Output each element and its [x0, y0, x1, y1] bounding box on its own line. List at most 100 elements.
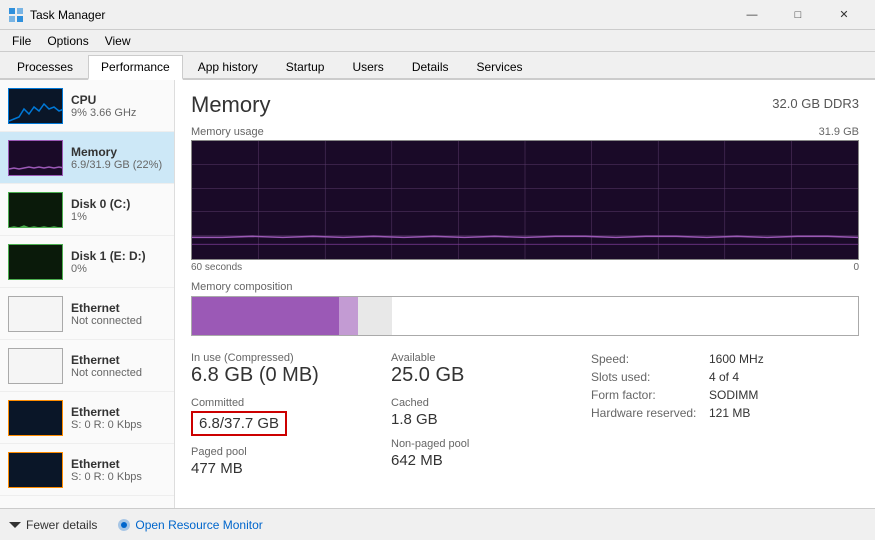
paged-pool-value: 477 MB [191, 460, 391, 477]
sidebar-item-eth1[interactable]: Ethernet Not connected [0, 288, 174, 340]
stats-grid: In use (Compressed) 6.8 GB (0 MB) Commit… [191, 352, 859, 487]
disk1-mini-graph [8, 244, 63, 280]
cpu-label: CPU [71, 93, 166, 107]
tab-bar: Processes Performance App history Startu… [0, 52, 875, 80]
disk1-value: 0% [71, 263, 166, 275]
eth3-info: Ethernet S: 0 R: 0 Kbps [71, 405, 166, 431]
minimize-button[interactable]: — [729, 0, 775, 30]
title-bar: Task Manager — □ ✕ [0, 0, 875, 30]
eth4-label: Ethernet [71, 457, 166, 471]
form-factor-label: Form factor: [591, 388, 701, 402]
comp-free [392, 297, 858, 335]
tab-services[interactable]: Services [464, 55, 536, 78]
paged-pool-stat: Paged pool 477 MB [191, 446, 391, 477]
eth3-mini-graph [8, 400, 63, 436]
comp-bar [191, 296, 859, 336]
disk0-info: Disk 0 (C:) 1% [71, 197, 166, 223]
eth2-label: Ethernet [71, 353, 166, 367]
form-factor-value: SODIMM [709, 388, 758, 402]
sidebar-item-eth3[interactable]: Ethernet S: 0 R: 0 Kbps [0, 392, 174, 444]
stats-col2: Available 25.0 GB Cached 1.8 GB Non-page… [391, 352, 591, 487]
comp-standby [358, 297, 391, 335]
chart-time: 60 seconds 0 [191, 262, 859, 273]
close-button[interactable]: ✕ [821, 0, 867, 30]
resource-monitor-icon [117, 518, 131, 532]
sidebar-item-memory[interactable]: Memory 6.9/31.9 GB (22%) [0, 132, 174, 184]
disk1-label: Disk 1 (E: D:) [71, 249, 166, 263]
committed-label: Committed [191, 397, 391, 409]
eth1-mini-graph [8, 296, 63, 332]
window-controls: — □ ✕ [729, 0, 867, 30]
cpu-mini-graph [8, 88, 63, 124]
tab-users[interactable]: Users [339, 55, 396, 78]
comp-label: Memory composition [191, 281, 859, 293]
speed-label: Speed: [591, 352, 701, 366]
panel-subtitle: 32.0 GB DDR3 [772, 96, 859, 111]
memory-info: Memory 6.9/31.9 GB (22%) [71, 145, 166, 171]
speed-value: 1600 MHz [709, 352, 764, 366]
sidebar-item-cpu[interactable]: CPU 9% 3.66 GHz [0, 80, 174, 132]
paged-pool-label: Paged pool [191, 446, 391, 458]
sidebar-item-disk1[interactable]: Disk 1 (E: D:) 0% [0, 236, 174, 288]
tab-app-history[interactable]: App history [185, 55, 271, 78]
memory-composition: Memory composition [191, 281, 859, 336]
memory-value: 6.9/31.9 GB (22%) [71, 159, 166, 171]
menu-file[interactable]: File [4, 32, 39, 50]
app-icon [8, 7, 24, 23]
committed-value: 6.8/37.7 GB [191, 411, 391, 436]
memory-label: Memory [71, 145, 166, 159]
chart-container [191, 140, 859, 260]
tab-processes[interactable]: Processes [4, 55, 86, 78]
hw-reserved-row: Hardware reserved: 121 MB [591, 406, 859, 420]
menu-bar: File Options View [0, 30, 875, 52]
comp-modified [339, 297, 359, 335]
window-title: Task Manager [30, 8, 729, 22]
eth1-value: Not connected [71, 315, 166, 327]
disk0-mini-graph [8, 192, 63, 228]
cpu-value: 9% 3.66 GHz [71, 107, 166, 119]
sidebar-item-eth2[interactable]: Ethernet Not connected [0, 340, 174, 392]
chart-label: Memory usage 31.9 GB [191, 126, 859, 138]
available-stat: Available 25.0 GB [391, 352, 591, 387]
panel-title-group: Memory [191, 92, 270, 118]
fewer-details-icon [8, 518, 22, 532]
stats-col1: In use (Compressed) 6.8 GB (0 MB) Commit… [191, 352, 391, 487]
sidebar: CPU 9% 3.66 GHz Memory 6.9/31.9 GB (22%) [0, 80, 175, 508]
committed-stat: Committed 6.8/37.7 GB [191, 397, 391, 436]
open-resource-monitor-button[interactable]: Open Resource Monitor [117, 518, 262, 532]
hw-reserved-value: 121 MB [709, 406, 750, 420]
tab-performance[interactable]: Performance [88, 55, 183, 80]
mem-mini-graph [8, 140, 63, 176]
slots-label: Slots used: [591, 370, 701, 384]
eth2-info: Ethernet Not connected [71, 353, 166, 379]
tab-details[interactable]: Details [399, 55, 462, 78]
menu-view[interactable]: View [97, 32, 139, 50]
cpu-info: CPU 9% 3.66 GHz [71, 93, 166, 119]
fewer-details-button[interactable]: Fewer details [8, 518, 97, 532]
memory-usage-chart: Memory usage 31.9 GB [191, 126, 859, 273]
available-label: Available [391, 352, 591, 364]
non-paged-stat: Non-paged pool 642 MB [391, 438, 591, 469]
cached-value: 1.8 GB [391, 411, 591, 428]
disk0-value: 1% [71, 211, 166, 223]
sidebar-item-disk0[interactable]: Disk 0 (C:) 1% [0, 184, 174, 236]
maximize-button[interactable]: □ [775, 0, 821, 30]
non-paged-value: 642 MB [391, 452, 591, 469]
tab-startup[interactable]: Startup [273, 55, 338, 78]
bottom-bar: Fewer details Open Resource Monitor [0, 508, 875, 540]
disk0-label: Disk 0 (C:) [71, 197, 166, 211]
menu-options[interactable]: Options [39, 32, 96, 50]
main-content: CPU 9% 3.66 GHz Memory 6.9/31.9 GB (22%) [0, 80, 875, 508]
slots-row: Slots used: 4 of 4 [591, 370, 859, 384]
disk1-info: Disk 1 (E: D:) 0% [71, 249, 166, 275]
panel-title: Memory [191, 92, 270, 118]
form-factor-row: Form factor: SODIMM [591, 388, 859, 402]
in-use-value: 6.8 GB (0 MB) [191, 364, 391, 387]
cached-label: Cached [391, 397, 591, 409]
eth1-info: Ethernet Not connected [71, 301, 166, 327]
right-stats: Speed: 1600 MHz Slots used: 4 of 4 Form … [591, 352, 859, 487]
eth3-label: Ethernet [71, 405, 166, 419]
sidebar-item-eth4[interactable]: Ethernet S: 0 R: 0 Kbps [0, 444, 174, 496]
committed-box: 6.8/37.7 GB [191, 411, 287, 436]
eth4-mini-graph [8, 452, 63, 488]
